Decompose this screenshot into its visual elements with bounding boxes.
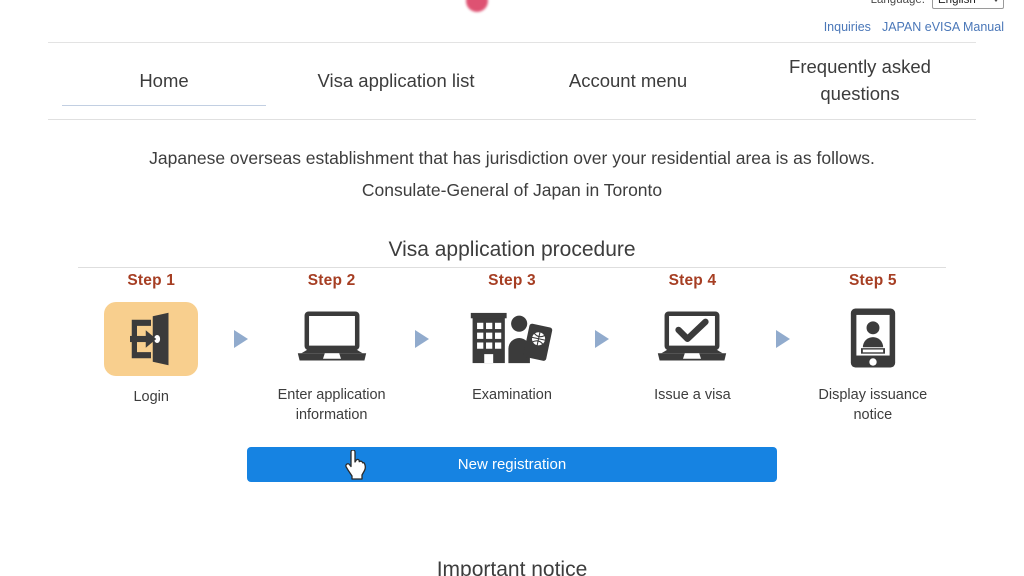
jurisdiction-office-name: Consulate-General of Japan in Toronto [361, 180, 663, 201]
procedure-step-2: Step 2 Enter application information [258, 272, 404, 425]
new-registration-button[interactable]: New registration [247, 447, 777, 482]
chevron-right-icon [234, 330, 249, 348]
procedure-step-5: Step 5 Display issuance notice [800, 272, 946, 425]
tab-faq[interactable]: Frequently asked questions [744, 43, 976, 119]
smartphone-id-card-icon [827, 302, 919, 374]
tab-visa-application-list[interactable]: Visa application list [280, 43, 512, 119]
important-notice-heading: Important notice [436, 558, 588, 576]
language-select-value: English [938, 0, 976, 6]
tab-home[interactable]: Home [48, 43, 280, 119]
step-arrow-1 [224, 272, 258, 348]
top-links: Inquiries JAPAN eVISA Manual [824, 20, 1004, 34]
chevron-down-icon [993, 0, 999, 2]
procedure-step-4: Step 4 Issue a visa [619, 272, 765, 406]
chevron-right-icon [414, 330, 429, 348]
language-label: Language: [870, 0, 925, 6]
manual-link[interactable]: JAPAN eVISA Manual [882, 20, 1004, 34]
japan-flag-circle-icon [466, 0, 488, 12]
chevron-right-icon [775, 330, 790, 348]
procedure-step-3: Step 3 Examination [439, 272, 585, 406]
laptop-check-icon [646, 302, 738, 374]
login-door-arrow-icon [104, 302, 199, 376]
jurisdiction-block: Japanese overseas establishment that has… [0, 145, 1024, 204]
step-5-caption: Display issuance notice [818, 387, 928, 423]
step-2-label: Step 2 [307, 272, 356, 289]
step-5-label: Step 5 [848, 272, 897, 289]
step-4-caption: Issue a visa [654, 387, 731, 403]
page-title: Visa application procedure [388, 238, 636, 261]
step-2-caption: Enter application information [277, 387, 386, 423]
step-arrow-3 [585, 272, 619, 348]
step-4-label: Step 4 [668, 272, 717, 289]
laptop-icon [286, 302, 378, 374]
procedure-steps: Step 1 Login Step 2 Enter application in… [78, 272, 946, 425]
language-selector-group: Language: English [871, 0, 1004, 9]
jurisdiction-description: Japanese overseas establishment that has… [149, 148, 875, 168]
inquiries-link[interactable]: Inquiries [824, 20, 871, 34]
tab-account-menu[interactable]: Account menu [512, 43, 744, 119]
procedure-step-1: Step 1 Login [78, 272, 224, 408]
main-navigation: Home Visa application list Account menu … [48, 42, 976, 120]
language-select[interactable]: English [932, 0, 1004, 9]
section-divider [78, 267, 946, 268]
chevron-right-icon [595, 330, 610, 348]
page-root: Language: English Inquiries JAPAN eVISA … [0, 0, 1024, 576]
step-1-label: Step 1 [127, 272, 176, 289]
step-1-caption: Login [133, 389, 169, 405]
step-arrow-2 [405, 272, 439, 348]
building-person-passport-icon [466, 302, 558, 374]
step-3-label: Step 3 [488, 272, 536, 289]
step-arrow-4 [766, 272, 800, 348]
step-3-caption: Examination [472, 387, 552, 403]
